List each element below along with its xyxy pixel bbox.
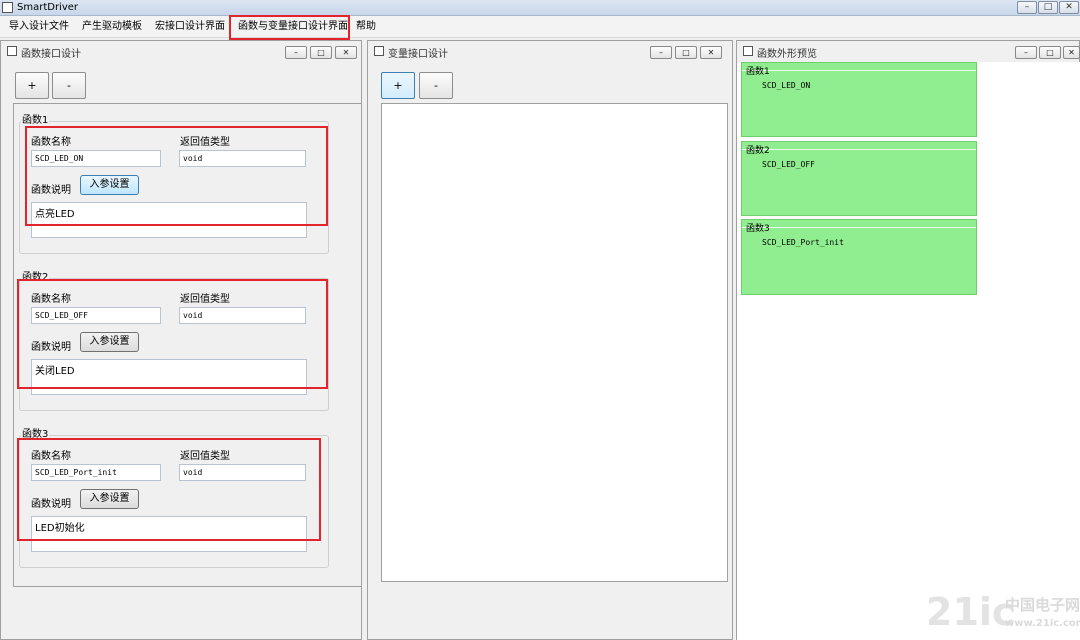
- panel-maximize-button[interactable]: □: [675, 46, 697, 59]
- window-title: SmartDriver: [17, 2, 79, 13]
- variable-list-area: [381, 103, 728, 582]
- card-divider: [742, 227, 976, 228]
- preview-label: 函数2: [746, 146, 770, 156]
- panel-header: 函数外形预览 – □ ✕: [737, 41, 1080, 62]
- panel-close-button[interactable]: ✕: [335, 46, 357, 59]
- panel-minimize-button[interactable]: –: [285, 46, 307, 59]
- panel-title: 变量接口设计: [388, 49, 448, 60]
- preview-card-1: 函数1 SCD_LED_ON: [741, 62, 977, 137]
- function-group-label: 函数1: [21, 111, 50, 126]
- panel-title: 函数接口设计: [21, 49, 81, 60]
- add-function-button[interactable]: +: [15, 72, 49, 99]
- panel-maximize-button[interactable]: □: [1039, 46, 1061, 59]
- panel-title: 函数外形预览: [757, 49, 817, 60]
- remove-variable-button[interactable]: -: [419, 72, 453, 99]
- panel-maximize-button[interactable]: □: [310, 46, 332, 59]
- preview-function-name: SCD_LED_OFF: [762, 160, 815, 169]
- add-variable-button[interactable]: +: [381, 72, 415, 99]
- card-divider: [742, 70, 976, 71]
- watermark-logo: 21ic: [926, 590, 1015, 634]
- panel-header: 函数接口设计 – □ ✕: [1, 41, 361, 62]
- card-divider: [742, 149, 976, 150]
- panel-header: 变量接口设计 – □ ✕: [368, 41, 732, 62]
- panel-minimize-button[interactable]: –: [1015, 46, 1037, 59]
- menu-generate-driver-template[interactable]: 产生驱动模板: [82, 16, 142, 38]
- highlight-function-3: [17, 438, 321, 541]
- preview-card-2: 函数2 SCD_LED_OFF: [741, 141, 977, 216]
- panel-icon: [7, 46, 17, 56]
- function-interface-panel: 函数接口设计 – □ ✕ + - 函数1 函数名称 SCD_LED_ON 返回值…: [0, 40, 362, 640]
- close-window-button[interactable]: ✕: [1059, 1, 1079, 14]
- panel-close-button[interactable]: ✕: [700, 46, 722, 59]
- watermark-cn: 中国电子网: [1005, 596, 1080, 614]
- preview-label: 函数3: [746, 224, 770, 234]
- panel-close-button[interactable]: ✕: [1063, 46, 1080, 59]
- panel-minimize-button[interactable]: –: [650, 46, 672, 59]
- app-icon: [2, 2, 13, 13]
- highlight-function-2: [17, 279, 328, 389]
- preview-function-name: SCD_LED_Port_init: [762, 238, 844, 247]
- panel-icon: [743, 46, 753, 56]
- preview-label: 函数1: [746, 67, 770, 77]
- remove-function-button[interactable]: -: [52, 72, 86, 99]
- highlight-menu-box: [229, 15, 350, 40]
- highlight-function-1: [25, 126, 328, 226]
- variable-interface-panel: 变量接口设计 – □ ✕ + -: [367, 40, 733, 640]
- preview-card-3: 函数3 SCD_LED_Port_init: [741, 219, 977, 295]
- menu-bar: 导入设计文件 产生驱动模板 宏接口设计界面 函数与变量接口设计界面 帮助: [0, 16, 1080, 38]
- minimize-window-button[interactable]: –: [1017, 1, 1037, 14]
- menu-import-design[interactable]: 导入设计文件: [9, 16, 69, 38]
- panel-icon: [374, 46, 384, 56]
- maximize-window-button[interactable]: □: [1038, 1, 1058, 14]
- preview-function-name: SCD_LED_ON: [762, 81, 811, 90]
- title-bar: SmartDriver – □ ✕: [0, 0, 1080, 16]
- menu-help[interactable]: 帮助: [356, 16, 376, 38]
- watermark-url: www.21ic.com: [1005, 618, 1080, 629]
- menu-macro-interface[interactable]: 宏接口设计界面: [155, 16, 225, 38]
